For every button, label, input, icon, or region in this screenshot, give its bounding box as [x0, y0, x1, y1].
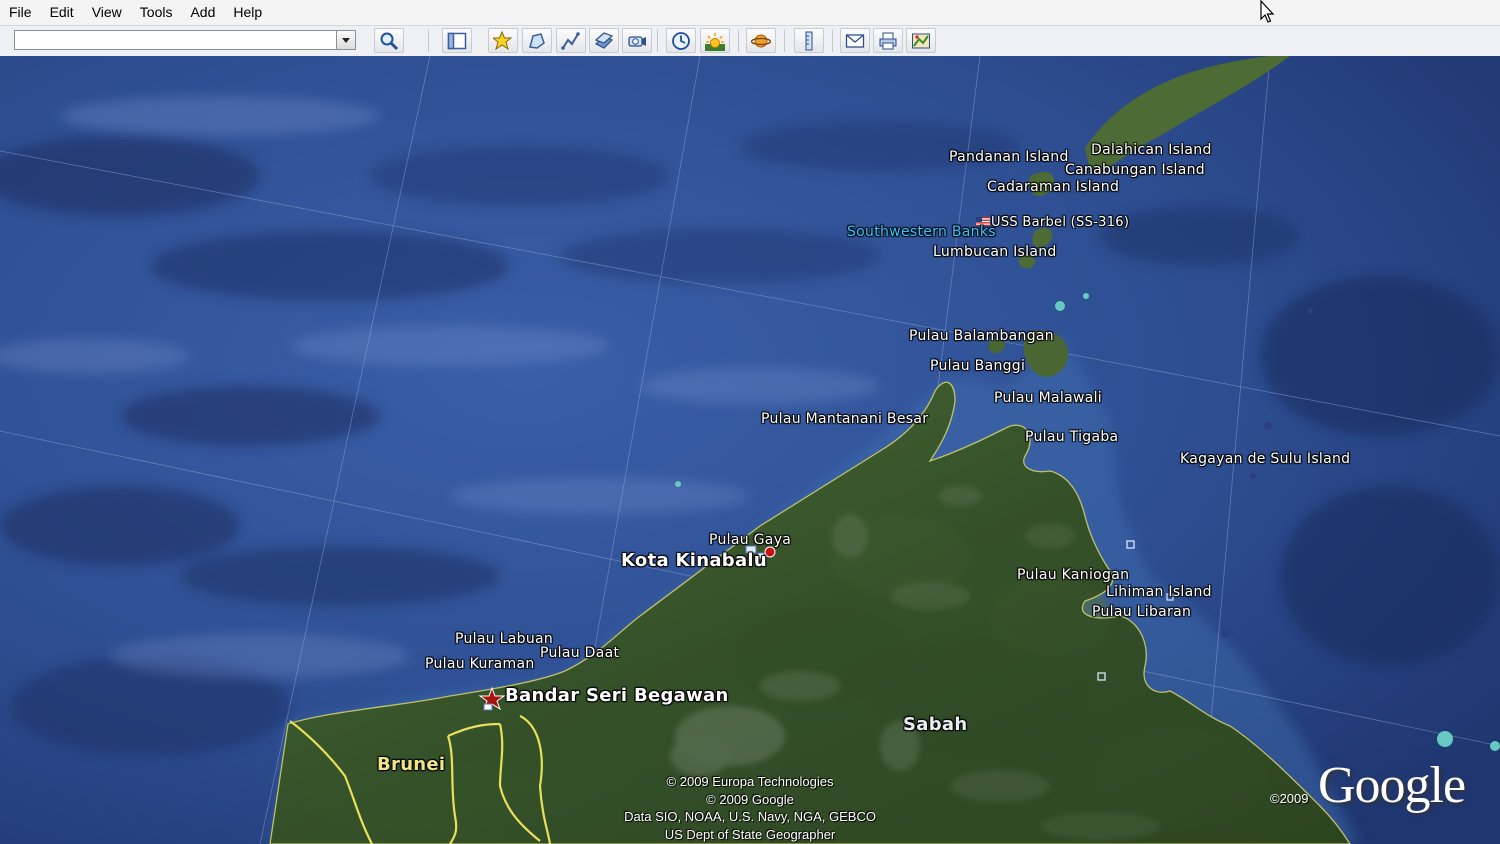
panel-icon — [447, 32, 467, 50]
label-lihiman-island[interactable]: Lihiman Island — [1106, 584, 1212, 600]
label-pulau-kaniogan[interactable]: Pulau Kaniogan — [1017, 567, 1129, 583]
add-polygon-button[interactable] — [522, 28, 552, 53]
overlay-icon — [594, 32, 614, 49]
sunlight-button[interactable] — [700, 28, 730, 53]
polygon-icon — [529, 33, 545, 49]
mouse-cursor-icon — [1260, 0, 1275, 23]
label-pulau-labuan[interactable]: Pulau Labuan — [455, 631, 553, 647]
label-pulau-banggi[interactable]: Pulau Banggi — [930, 358, 1025, 374]
label-pandanan-island[interactable]: Pandanan Island — [949, 149, 1069, 165]
search-dropdown-arrow-icon[interactable] — [336, 31, 355, 49]
record-tour-button[interactable] — [622, 28, 652, 53]
planets-button[interactable] — [746, 28, 776, 53]
label-pulau-kuraman[interactable]: Pulau Kuraman — [425, 656, 535, 672]
label-cadaraman-island[interactable]: Cadaraman Island — [987, 179, 1119, 195]
imagery-credit-1: © 2009 Europa Technologies — [666, 774, 834, 789]
printer-icon — [879, 32, 897, 50]
toolbar-separator — [738, 30, 739, 52]
toolbar-separator — [657, 30, 658, 52]
menu-edit[interactable]: Edit — [41, 0, 83, 25]
label-sabah[interactable]: Sabah — [903, 714, 967, 735]
add-image-overlay-button[interactable] — [589, 28, 619, 53]
label-canabungan-island[interactable]: Canabungan Island — [1065, 162, 1205, 178]
label-pulau-libaran[interactable]: Pulau Libaran — [1092, 604, 1191, 620]
menu-view[interactable]: View — [83, 0, 131, 25]
google-logo: Google — [1318, 757, 1466, 814]
label-bandar-seri-begawan[interactable]: Bandar Seri Begawan — [505, 685, 729, 706]
historical-imagery-button[interactable] — [666, 28, 696, 53]
earth-3d-view[interactable]: Pandanan Island Dalahican Island Canabun… — [0, 56, 1500, 844]
path-icon — [561, 32, 580, 50]
toolbar-separator — [784, 30, 785, 52]
search-combobox[interactable] — [14, 30, 356, 50]
menu-help[interactable]: Help — [224, 0, 271, 25]
label-pulau-gaya[interactable]: Pulau Gaya — [709, 532, 791, 548]
envelope-icon — [845, 34, 865, 48]
menu-file[interactable]: File — [0, 0, 41, 25]
copyright-year: ©2009 — [1270, 791, 1309, 806]
label-kota-kinabalu[interactable]: Kota Kinabalu — [621, 550, 767, 571]
imagery-credit-2: © 2009 Google — [706, 792, 794, 807]
pushpin-icon — [493, 31, 513, 51]
add-path-button[interactable] — [556, 28, 586, 53]
map-icon — [912, 33, 930, 49]
menu-tools[interactable]: Tools — [131, 0, 182, 25]
label-dalahican-island[interactable]: Dalahican Island — [1091, 142, 1212, 158]
label-pulau-mantanani-besar[interactable]: Pulau Mantanani Besar — [761, 411, 928, 427]
planet-icon — [751, 34, 771, 48]
satellite-imagery — [0, 56, 1500, 844]
imagery-credit-4: US Dept of State Geographer — [664, 827, 836, 842]
clock-icon — [672, 32, 690, 50]
view-in-maps-button[interactable] — [906, 28, 936, 53]
label-pulau-daat[interactable]: Pulau Daat — [540, 645, 619, 661]
sun-icon — [705, 33, 725, 51]
label-pulau-malawali[interactable]: Pulau Malawali — [994, 390, 1102, 406]
toolbar-separator — [832, 30, 833, 52]
label-uss-barbel[interactable]: USS Barbel (SS-316) — [991, 215, 1129, 230]
label-brunei[interactable]: Brunei — [377, 754, 445, 775]
search-input[interactable] — [17, 32, 335, 48]
magnifier-icon — [380, 32, 399, 51]
label-southwestern-banks[interactable]: Southwestern Banks — [847, 224, 996, 240]
ruler-button[interactable] — [794, 28, 824, 53]
toolbar — [0, 26, 1500, 57]
menu-add[interactable]: Add — [181, 0, 224, 25]
sidebar-toggle-button[interactable] — [442, 28, 472, 53]
label-pulau-tigaba[interactable]: Pulau Tigaba — [1025, 429, 1118, 445]
toolbar-separator — [428, 30, 429, 52]
add-placemark-button[interactable] — [488, 28, 518, 53]
label-pulau-balambangan[interactable]: Pulau Balambangan — [909, 328, 1054, 344]
ruler-icon — [805, 31, 813, 51]
camera-icon — [628, 36, 646, 47]
print-button[interactable] — [873, 28, 903, 53]
email-button[interactable] — [840, 28, 870, 53]
label-lumbucan-island[interactable]: Lumbucan Island — [933, 244, 1057, 260]
search-button[interactable] — [374, 28, 404, 53]
imagery-credit-3: Data SIO, NOAA, U.S. Navy, NGA, GEBCO — [624, 809, 876, 824]
label-kagayan-de-sulu-island[interactable]: Kagayan de Sulu Island — [1180, 451, 1350, 467]
